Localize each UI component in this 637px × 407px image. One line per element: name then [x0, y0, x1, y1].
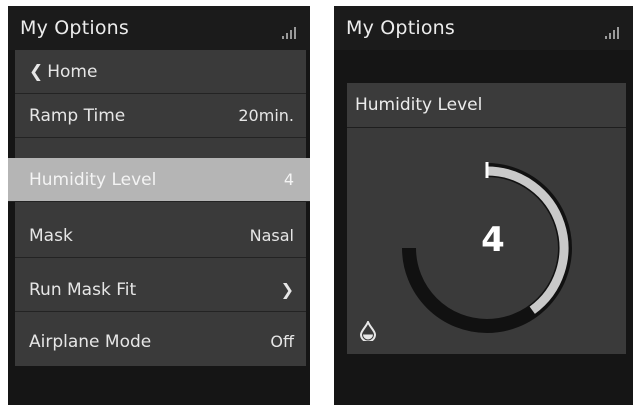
screen-title: My Options [346, 17, 455, 39]
menu-item-label: Humidity Level [29, 170, 157, 190]
chevron-right-icon: ❯ [280, 280, 294, 299]
humidity-card[interactable]: 4 [347, 128, 626, 354]
menu-item-label: Run Mask Fit [29, 280, 137, 300]
options-menu: ❮ Home Ramp Time 20min. Humidity Level 4 … [8, 50, 310, 366]
chevron-left-icon: ❮ [29, 62, 44, 82]
title-bar: My Options [8, 6, 310, 50]
water-drop-icon [360, 321, 376, 341]
signal-strength-icon [282, 26, 296, 39]
humidity-card-header: Humidity Level [347, 83, 626, 128]
menu-item-label: Mask [29, 226, 73, 246]
menu-item-ramp-time[interactable]: Ramp Time 20min. [15, 94, 306, 138]
screen-title: My Options [20, 17, 129, 39]
menu-item-airplane-mode[interactable]: Airplane Mode Off [15, 320, 306, 364]
menu-item-run-mask-fit[interactable]: Run Mask Fit ❯ [15, 268, 306, 312]
menu-item-humidity-level[interactable]: Humidity Level 4 [8, 158, 310, 202]
menu-item-label: Ramp Time [29, 106, 126, 126]
menu-item-value: 4 [283, 170, 294, 189]
humidity-level-value: 4 [481, 220, 505, 260]
signal-strength-icon [605, 26, 619, 39]
menu-item-value: Nasal [249, 226, 294, 245]
title-bar: My Options [334, 6, 633, 50]
menu-item-label: Home [47, 62, 98, 82]
humidity-level-screen: My Options Humidity Level 4 [334, 6, 633, 405]
menu-item-value: 20min. [238, 106, 294, 125]
menu-item-label: Airplane Mode [29, 332, 152, 352]
menu-item-mask[interactable]: Mask Nasal [15, 214, 306, 258]
humidity-card-title: Humidity Level [355, 95, 483, 115]
menu-item-value: Off [270, 332, 294, 351]
options-menu-screen: My Options ❮ Home Ramp Time 20min. Humidi… [8, 6, 310, 405]
menu-item-home[interactable]: ❮ Home [15, 50, 306, 94]
